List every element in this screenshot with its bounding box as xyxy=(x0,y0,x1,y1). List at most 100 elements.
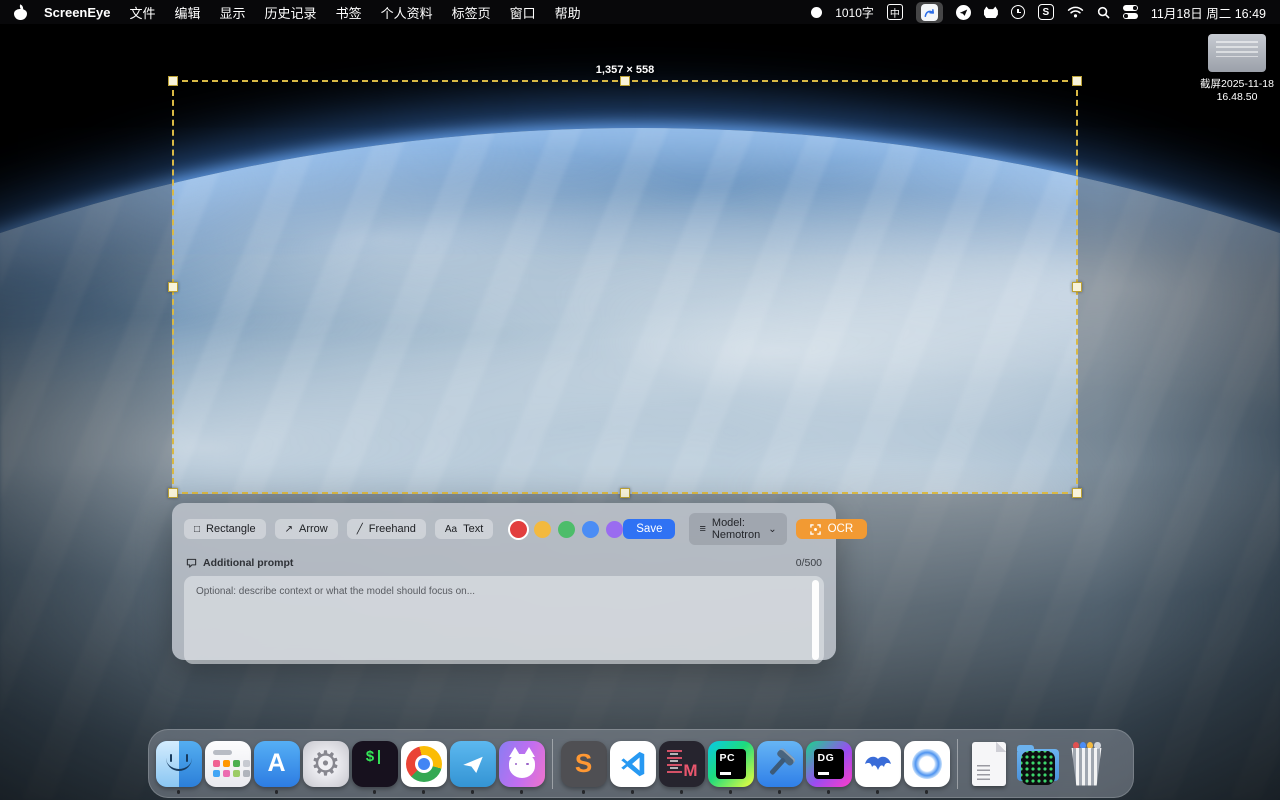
control-center-icon[interactable] xyxy=(1123,5,1138,19)
selection-handle-e[interactable] xyxy=(1072,282,1082,292)
dock-separator xyxy=(957,739,958,789)
dock-item-trash[interactable] xyxy=(1062,732,1111,796)
ocr-button[interactable]: OCR xyxy=(796,519,868,539)
bat-browser-icon xyxy=(855,741,901,787)
model-dropdown-label: Model: Nemotron xyxy=(712,517,760,541)
dock-separator xyxy=(552,739,553,789)
markdown-editor-icon: M xyxy=(659,741,705,787)
datagrip-icon: DG xyxy=(806,741,852,787)
save-button[interactable]: Save xyxy=(623,519,675,539)
menu-window[interactable]: 窗口 xyxy=(510,3,536,22)
dock: A ⚙ $| S xyxy=(148,729,1134,798)
dock-item-bat-browser[interactable] xyxy=(853,732,902,796)
dock-item-launchpad[interactable] xyxy=(203,732,252,796)
trash-icon xyxy=(1069,742,1105,786)
speech-bubble-icon xyxy=(186,558,197,569)
arrow-icon: ↗ xyxy=(285,524,293,535)
freehand-icon: ╱ xyxy=(357,524,363,535)
dock-item-sublime-text[interactable]: S xyxy=(559,732,608,796)
desktop-file-screenshot[interactable]: 截屏2025-11-18 16.48.50 xyxy=(1194,34,1280,104)
dock-item-xcode[interactable] xyxy=(755,732,804,796)
vscode-icon xyxy=(610,741,656,787)
selection-handle-nw[interactable] xyxy=(168,76,178,86)
menu-view[interactable]: 显示 xyxy=(220,3,246,22)
prompt-textarea[interactable] xyxy=(184,576,824,664)
dock-item-app-store[interactable]: A xyxy=(252,732,301,796)
chrome-icon xyxy=(401,741,447,787)
arrow-tool-button[interactable]: ↗ Arrow xyxy=(275,519,338,539)
prompt-scrollbar[interactable] xyxy=(812,580,819,660)
folder-app-icon xyxy=(1015,741,1061,787)
text-tool-button[interactable]: Aa Text xyxy=(435,519,493,539)
chevron-down-icon: ⌄ xyxy=(768,524,776,535)
menu-tabs[interactable]: 标签页 xyxy=(452,3,491,22)
dock-item-chrome[interactable] xyxy=(399,732,448,796)
launchpad-icon xyxy=(205,741,251,787)
finder-icon xyxy=(156,741,202,787)
color-swatch-yellow[interactable] xyxy=(534,521,551,538)
selection-handle-ne[interactable] xyxy=(1072,76,1082,86)
color-swatch-blue[interactable] xyxy=(582,521,599,538)
telegram-status-icon[interactable] xyxy=(956,5,971,20)
dock-item-pycharm[interactable]: PC xyxy=(706,732,755,796)
app-menu-title[interactable]: ScreenEye xyxy=(44,5,111,20)
sublime-text-icon: S xyxy=(561,741,607,787)
terminal-icon: $| xyxy=(352,741,398,787)
char-counter: 0/500 xyxy=(796,557,822,569)
text-icon: Aa xyxy=(445,524,457,535)
selection-handle-se[interactable] xyxy=(1072,488,1082,498)
input-method-icon[interactable]: 中 xyxy=(887,4,903,20)
circle-status-icon[interactable] xyxy=(811,7,822,18)
selection-handle-sw[interactable] xyxy=(168,488,178,498)
screeneye-status-icon[interactable] xyxy=(916,2,943,23)
word-count-status[interactable]: 1010字 xyxy=(835,4,874,21)
apple-logo-icon[interactable] xyxy=(14,5,27,20)
clock-status-icon[interactable] xyxy=(1011,5,1025,19)
shottr-status-icon[interactable]: S xyxy=(1038,4,1054,20)
dock-item-cat-app[interactable] xyxy=(497,732,546,796)
color-swatch-green[interactable] xyxy=(558,521,575,538)
selection-dimensions: 1,357 × 558 xyxy=(596,64,654,76)
selection-handle-n[interactable] xyxy=(620,76,630,86)
menu-profiles[interactable]: 个人资料 xyxy=(381,3,433,22)
dock-item-terminal[interactable]: $| xyxy=(350,732,399,796)
settings-gear-icon: ⚙ xyxy=(303,741,349,787)
dock-item-vscode[interactable] xyxy=(608,732,657,796)
pycharm-icon: PC xyxy=(708,741,754,787)
menubar-clock[interactable]: 11月18日 周二 16:49 xyxy=(1151,3,1266,22)
dock-item-folder-app[interactable] xyxy=(1013,732,1062,796)
xcode-hammer-icon xyxy=(757,741,803,787)
dock-item-telegram[interactable] xyxy=(448,732,497,796)
freehand-tool-button[interactable]: ╱ Freehand xyxy=(347,519,426,539)
search-icon[interactable] xyxy=(1097,6,1110,19)
screenshot-filename: 截屏2025-11-18 16.48.50 xyxy=(1194,78,1280,104)
hamburger-icon: ≡ xyxy=(699,523,705,535)
color-swatch-purple[interactable] xyxy=(606,521,623,538)
dock-item-orion-browser[interactable] xyxy=(902,732,951,796)
color-swatch-red[interactable] xyxy=(510,521,527,538)
capture-selection[interactable]: 1,357 × 558 xyxy=(172,80,1078,494)
orion-browser-icon xyxy=(904,741,950,787)
wifi-icon[interactable] xyxy=(1067,6,1084,18)
color-swatches xyxy=(510,521,623,538)
menu-help[interactable]: 帮助 xyxy=(555,3,581,22)
menu-history[interactable]: 历史记录 xyxy=(265,3,317,22)
dock-item-markdown-editor[interactable]: M xyxy=(657,732,706,796)
app-store-icon: A xyxy=(254,741,300,787)
screenshot-thumbnail[interactable] xyxy=(1208,34,1266,72)
menu-bar: ScreenEye 文件 编辑 显示 历史记录 书签 个人资料 标签页 窗口 帮… xyxy=(0,0,1280,24)
additional-prompt-label: Additional prompt xyxy=(203,557,293,569)
cat-app-icon xyxy=(499,741,545,787)
menu-file[interactable]: 文件 xyxy=(130,3,156,22)
rectangle-tool-button[interactable]: □ Rectangle xyxy=(184,519,266,539)
dock-item-system-settings[interactable]: ⚙ xyxy=(301,732,350,796)
selection-handle-w[interactable] xyxy=(168,282,178,292)
dock-item-finder[interactable] xyxy=(154,732,203,796)
selection-handle-s[interactable] xyxy=(620,488,630,498)
dock-item-datagrip[interactable]: DG xyxy=(804,732,853,796)
model-dropdown[interactable]: ≡ Model: Nemotron ⌄ xyxy=(689,513,786,545)
cat-status-icon[interactable] xyxy=(984,6,998,18)
dock-item-document[interactable] xyxy=(964,732,1013,796)
menu-edit[interactable]: 编辑 xyxy=(175,3,201,22)
menu-bookmarks[interactable]: 书签 xyxy=(336,3,362,22)
